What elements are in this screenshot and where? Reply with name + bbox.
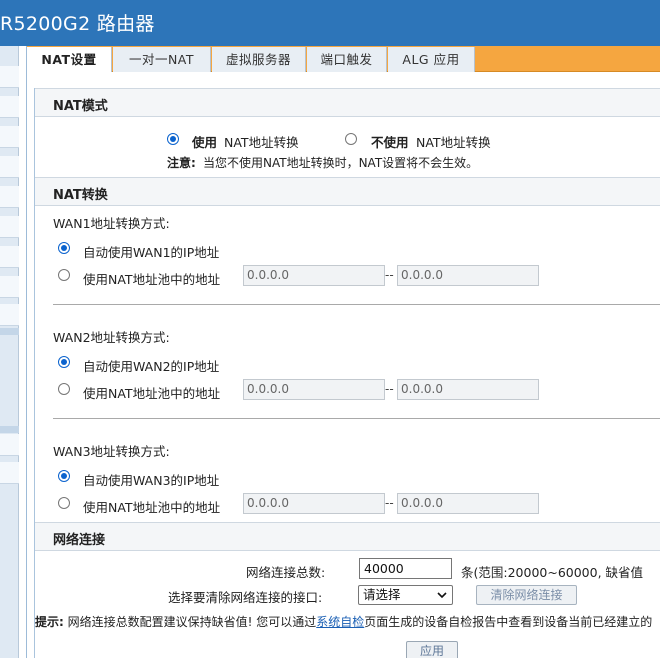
wan2-mode-label: WAN2地址转换方式: xyxy=(53,330,170,345)
radio-use-nat[interactable] xyxy=(167,133,179,145)
tab-port-trigger[interactable]: 端口触发 xyxy=(307,47,387,72)
no-nat-label: NAT地址转换 xyxy=(416,135,491,150)
sidebar-divider xyxy=(0,328,19,335)
range-dash: -- xyxy=(385,268,394,282)
wan1-pool-end-input[interactable]: 0.0.0.0 xyxy=(397,265,539,286)
section-header-nat-mode: NAT模式 xyxy=(35,88,660,117)
wan1-pool-start-input[interactable]: 0.0.0.0 xyxy=(243,265,385,286)
wan3-pool-start-input[interactable]: 0.0.0.0 xyxy=(243,493,385,514)
note-label: 注意: xyxy=(167,156,196,170)
section-title: NAT模式 xyxy=(53,99,108,114)
clear-conn-button[interactable]: 清除网络连接 xyxy=(476,585,577,605)
radio-wan3-auto[interactable] xyxy=(58,470,70,482)
use-nat-label: NAT地址转换 xyxy=(224,135,299,150)
chevron-down-icon xyxy=(437,592,447,599)
radio-no-nat[interactable] xyxy=(345,133,357,145)
wan2-auto-label: 自动使用WAN2的IP地址 xyxy=(83,359,220,374)
clear-iface-label: 选择要清除网络连接的接口: xyxy=(168,590,323,605)
radio-wan2-auto[interactable] xyxy=(58,356,70,368)
radio-wan1-pool[interactable] xyxy=(58,269,70,281)
note-text: 当您不使用NAT地址转换时，NAT设置将不会生效。 xyxy=(203,156,479,170)
radio-wan3-pool[interactable] xyxy=(58,497,70,509)
section-title: NAT转换 xyxy=(53,188,108,203)
conn-total-input[interactable]: 40000 xyxy=(359,558,452,579)
sidebar-item[interactable] xyxy=(0,156,19,178)
wan3-pool-label: 使用NAT地址池中的地址 xyxy=(83,500,221,515)
sidebar xyxy=(0,46,19,658)
tab-bar: NAT设置 一对一NAT 虚拟服务器 端口触发 ALG 应用 xyxy=(27,46,660,72)
interface-select[interactable]: 请选择 xyxy=(358,585,453,605)
tab-virtual-server[interactable]: 虚拟服务器 xyxy=(212,47,306,72)
main-content: NAT模式 使用 NAT地址转换 不使用 NAT地址转换 注意: 当您不使用NA… xyxy=(34,88,660,658)
interface-select-value: 请选择 xyxy=(363,587,401,602)
section-header-nat-translation: NAT转换 xyxy=(35,177,660,206)
wan1-auto-label: 自动使用WAN1的IP地址 xyxy=(83,245,220,260)
divider xyxy=(53,418,660,419)
tab-one-to-one-nat[interactable]: 一对一NAT xyxy=(113,47,211,72)
tip-label: 提示: xyxy=(35,615,64,629)
wan2-pool-start-input[interactable]: 0.0.0.0 xyxy=(243,379,385,400)
sidebar-item[interactable] xyxy=(0,462,19,484)
no-nat-label-bold: 不使用 xyxy=(371,135,409,150)
apply-button[interactable]: 应用 xyxy=(406,641,458,658)
section-header-network-conn: 网络连接 xyxy=(35,522,660,551)
sidebar-item[interactable] xyxy=(0,434,19,456)
conn-total-label: 网络连接总数: xyxy=(246,565,326,580)
wan1-pool-label: 使用NAT地址池中的地址 xyxy=(83,272,221,287)
divider xyxy=(53,304,660,305)
sidebar-item[interactable] xyxy=(0,186,19,208)
tip-text-end: 页面生成的设备自检报告中查看到设备当前已经建立的 xyxy=(364,615,653,629)
section-title: 网络连接 xyxy=(53,533,106,548)
wan3-pool-end-input[interactable]: 0.0.0.0 xyxy=(397,493,539,514)
app-title: R5200G2 路由器 xyxy=(0,13,155,35)
sidebar-item[interactable] xyxy=(0,246,19,268)
radio-wan2-pool[interactable] xyxy=(58,383,70,395)
tab-alg-app[interactable]: ALG 应用 xyxy=(388,47,475,72)
header-bar: R5200G2 路由器 xyxy=(0,0,660,46)
system-check-link[interactable]: 系统自检 xyxy=(316,615,364,629)
range-dash: -- xyxy=(385,382,394,396)
sidebar-item[interactable] xyxy=(0,96,19,118)
sidebar-divider xyxy=(0,426,19,433)
range-dash: -- xyxy=(385,496,394,510)
wan2-pool-end-input[interactable]: 0.0.0.0 xyxy=(397,379,539,400)
sidebar-item[interactable] xyxy=(0,276,19,298)
wan3-mode-label: WAN3地址转换方式: xyxy=(53,444,170,459)
use-nat-label-bold: 使用 xyxy=(192,135,218,150)
tip-text: 网络连接总数配置建议保持缺省值! 您可以通过 xyxy=(67,615,317,629)
sidebar-item[interactable] xyxy=(0,126,19,148)
radio-wan1-auto[interactable] xyxy=(58,242,70,254)
sidebar-item[interactable] xyxy=(0,304,19,326)
conn-range-hint: 条(范围:20000~60000, 缺省值 xyxy=(461,565,644,580)
sidebar-item[interactable] xyxy=(0,66,19,88)
wan3-auto-label: 自动使用WAN3的IP地址 xyxy=(83,473,220,488)
wan1-mode-label: WAN1地址转换方式: xyxy=(53,216,170,231)
wan2-pool-label: 使用NAT地址池中的地址 xyxy=(83,386,221,401)
sidebar-item[interactable] xyxy=(0,216,19,238)
tip-line: 提示: 网络连接总数配置建议保持缺省值! 您可以通过系统自检页面生成的设备自检报… xyxy=(35,613,652,630)
tab-nat-settings[interactable]: NAT设置 xyxy=(27,47,112,72)
frame-border xyxy=(26,46,27,658)
